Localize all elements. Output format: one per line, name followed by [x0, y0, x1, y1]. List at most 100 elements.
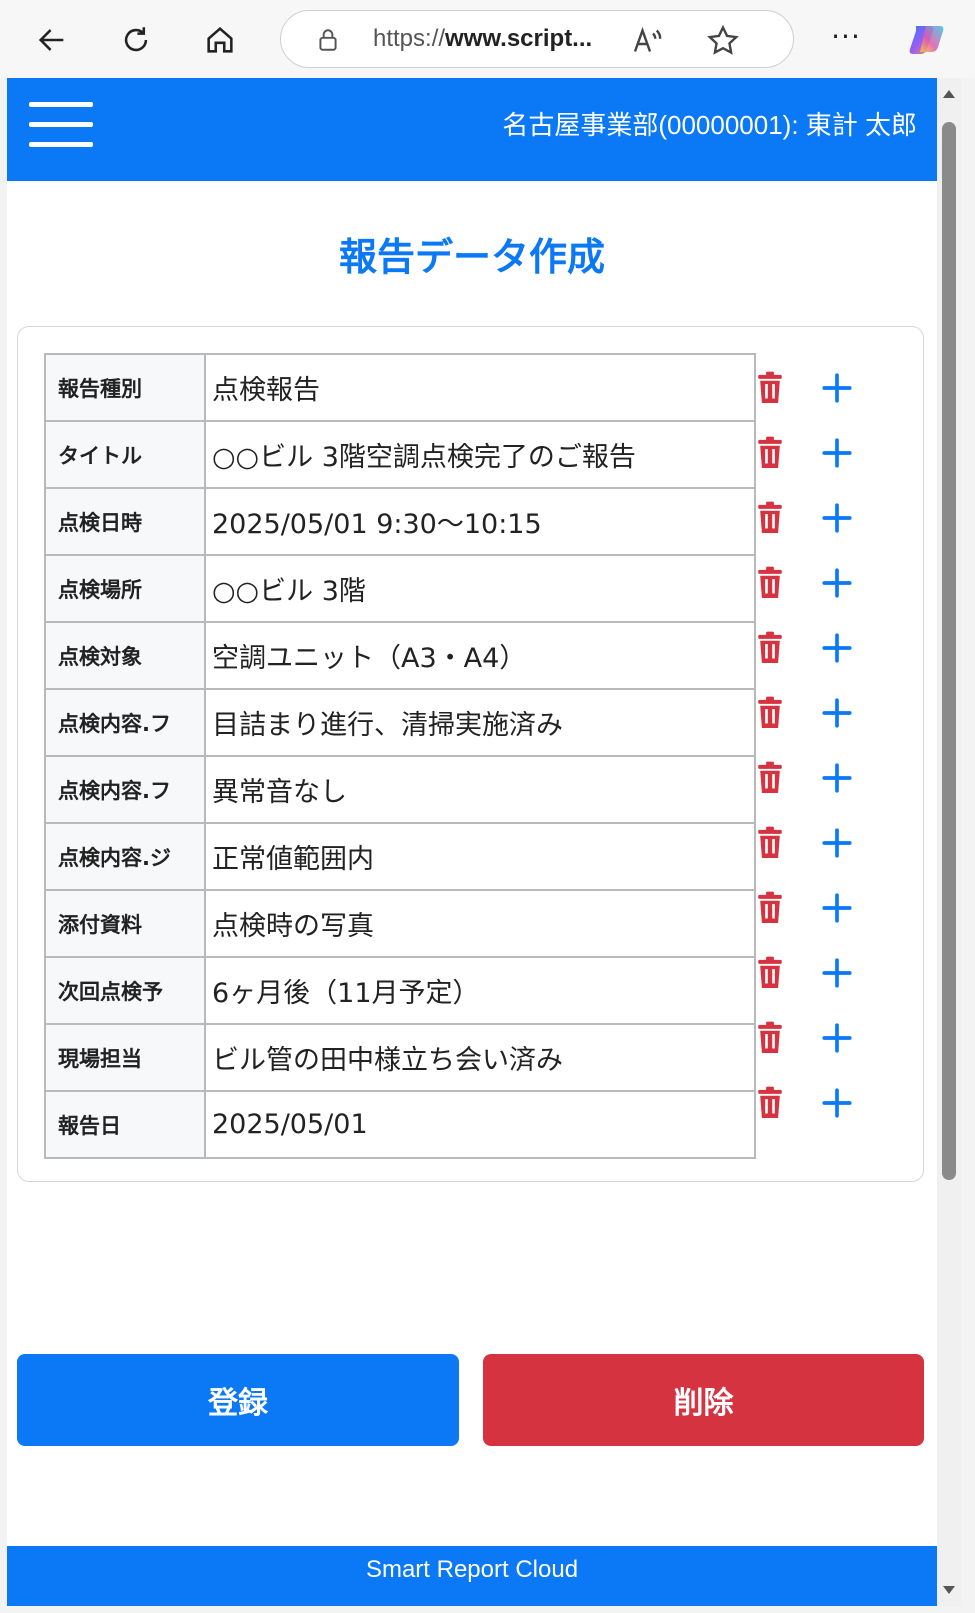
- row-actions: [754, 484, 894, 551]
- lock-icon[interactable]: [315, 27, 341, 53]
- field-value[interactable]: 6ヶ月後（11月予定）: [204, 956, 756, 1025]
- field-value[interactable]: 正常値範囲内: [204, 822, 756, 891]
- scroll-down-icon[interactable]: [943, 1586, 955, 1594]
- field-label-cell: 点検内容.ジ: [44, 822, 206, 891]
- row-actions: [754, 549, 894, 616]
- field-label: 点検内容.フ: [58, 778, 171, 803]
- row-actions: [754, 679, 894, 746]
- plus-icon[interactable]: [820, 501, 854, 535]
- delete-button[interactable]: 削除: [483, 1354, 924, 1446]
- plus-icon[interactable]: [820, 1021, 854, 1055]
- table-row: タイトル ○○ビル 3階空調点検完了のご報告: [44, 420, 756, 489]
- row-actions: [754, 939, 894, 1006]
- url-text[interactable]: https://www.script...: [373, 25, 592, 53]
- scrollbar[interactable]: [937, 78, 961, 1606]
- report-form-card: 報告種別 点検報告タイトル ○○ビル 3階空調点検完了のご報告点検日時 2025/05…: [17, 326, 924, 1182]
- trash-icon[interactable]: [754, 1021, 786, 1055]
- trash-icon[interactable]: [754, 436, 786, 470]
- scroll-thumb[interactable]: [942, 122, 956, 1180]
- trash-icon[interactable]: [754, 566, 786, 600]
- row-actions: [754, 354, 894, 421]
- table-row: 次回点検予 6ヶ月後（11月予定）: [44, 956, 756, 1025]
- trash-icon[interactable]: [754, 371, 786, 405]
- address-bar[interactable]: https://www.script...: [280, 10, 794, 68]
- trash-icon[interactable]: [754, 826, 786, 860]
- browser-toolbar: https://www.script... ···: [0, 0, 975, 78]
- trash-icon[interactable]: [754, 891, 786, 925]
- app-footer: Smart Report Cloud: [7, 1546, 937, 1606]
- table-row: 報告種別 点検報告: [44, 353, 756, 422]
- field-label-cell: 点検内容.フ: [44, 755, 206, 824]
- table-row: 点検内容.ジ 正常値範囲内: [44, 822, 756, 891]
- field-label: タイトル: [58, 443, 142, 468]
- row-actions: [754, 744, 894, 811]
- back-arrow-icon[interactable]: [26, 14, 78, 66]
- table-row: 現場担当 ビル管の田中様立ち会い済み: [44, 1023, 756, 1092]
- field-label-cell: 次回点検予: [44, 956, 206, 1025]
- row-actions: [754, 419, 894, 486]
- field-value[interactable]: 空調ユニット（A3・A4）: [204, 621, 756, 690]
- table-row: 点検日時 2025/05/01 9:30～10:15: [44, 487, 756, 556]
- field-label: 点検内容.ジ: [58, 845, 171, 870]
- copilot-icon[interactable]: [906, 18, 950, 62]
- trash-icon[interactable]: [754, 1086, 786, 1120]
- field-label: 添付資料: [58, 912, 142, 937]
- plus-icon[interactable]: [820, 696, 854, 730]
- field-label: 報告日: [58, 1113, 121, 1138]
- table-row: 添付資料 点検時の写真: [44, 889, 756, 958]
- table-row: 点検場所 ○○ビル 3階: [44, 554, 756, 623]
- field-label-cell: 点検場所: [44, 554, 206, 623]
- trash-icon[interactable]: [754, 761, 786, 795]
- plus-icon[interactable]: [820, 761, 854, 795]
- field-value[interactable]: ビル管の田中様立ち会い済み: [204, 1023, 756, 1092]
- field-label: 報告種別: [58, 376, 142, 401]
- app-header: 名古屋事業部(00000001): 東計 太郎: [7, 78, 937, 181]
- field-label-cell: 添付資料: [44, 889, 206, 958]
- url-domain: www.script...: [445, 25, 593, 52]
- plus-icon[interactable]: [820, 436, 854, 470]
- field-label-cell: 報告日: [44, 1090, 206, 1159]
- plus-icon[interactable]: [820, 1086, 854, 1120]
- scroll-up-icon[interactable]: [943, 90, 955, 98]
- plus-icon[interactable]: [820, 956, 854, 990]
- row-actions: [754, 874, 894, 941]
- hamburger-menu-icon[interactable]: [29, 100, 93, 150]
- field-value[interactable]: 点検時の写真: [204, 889, 756, 958]
- field-label-cell: 点検対象: [44, 621, 206, 690]
- field-label: 現場担当: [58, 1046, 142, 1071]
- home-icon[interactable]: [194, 14, 246, 66]
- row-actions: [754, 1069, 894, 1136]
- field-value[interactable]: 異常音なし: [204, 755, 756, 824]
- plus-icon[interactable]: [820, 566, 854, 600]
- field-label-cell: 点検日時: [44, 487, 206, 556]
- field-value[interactable]: ○○ビル 3階空調点検完了のご報告: [204, 420, 756, 489]
- plus-icon[interactable]: [820, 371, 854, 405]
- field-label: 点検日時: [58, 510, 142, 535]
- field-value[interactable]: 2025/05/01: [204, 1090, 756, 1159]
- field-value[interactable]: 目詰まり進行、清掃実施済み: [204, 688, 756, 757]
- table-row: 点検対象 空調ユニット（A3・A4）: [44, 621, 756, 690]
- field-value[interactable]: 2025/05/01 9:30～10:15: [204, 487, 756, 556]
- field-label: 次回点検予: [58, 979, 163, 1004]
- plus-icon[interactable]: [820, 891, 854, 925]
- plus-icon[interactable]: [820, 826, 854, 860]
- table-row: 点検内容.フ 目詰まり進行、清掃実施済み: [44, 688, 756, 757]
- table-row: 報告日 2025/05/01: [44, 1090, 756, 1159]
- favorite-star-icon[interactable]: [705, 23, 741, 59]
- more-icon[interactable]: ···: [826, 22, 866, 58]
- row-actions: [754, 1004, 894, 1071]
- refresh-icon[interactable]: [110, 14, 162, 66]
- page-title: 報告データ作成: [338, 235, 605, 279]
- user-info: 名古屋事業部(00000001): 東計 太郎: [502, 110, 917, 140]
- plus-icon[interactable]: [820, 631, 854, 665]
- trash-icon[interactable]: [754, 956, 786, 990]
- field-value[interactable]: 点検報告: [204, 353, 756, 422]
- table-row: 点検内容.フ 異常音なし: [44, 755, 756, 824]
- field-value[interactable]: ○○ビル 3階: [204, 554, 756, 623]
- trash-icon[interactable]: [754, 501, 786, 535]
- trash-icon[interactable]: [754, 696, 786, 730]
- read-aloud-icon[interactable]: [629, 23, 665, 59]
- trash-icon[interactable]: [754, 631, 786, 665]
- row-actions: [754, 614, 894, 681]
- register-button[interactable]: 登録: [17, 1354, 459, 1446]
